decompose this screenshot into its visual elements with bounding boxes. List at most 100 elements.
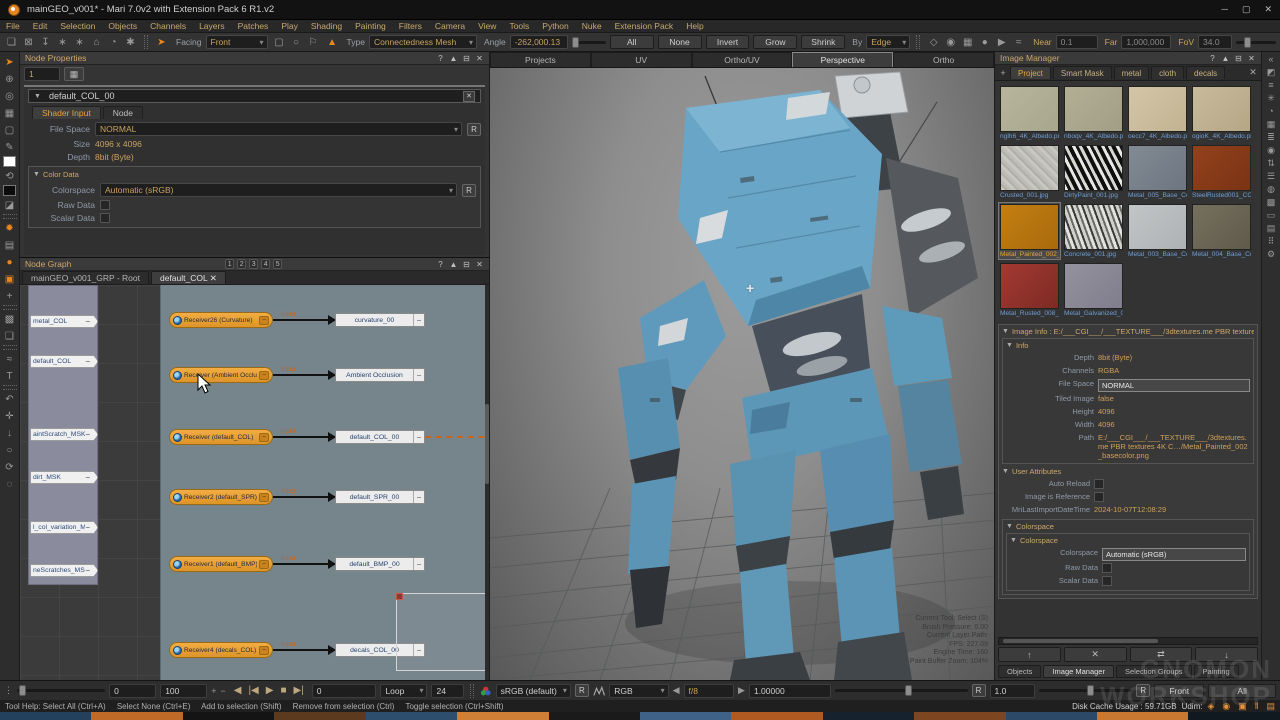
node-collapse-chip[interactable]: −: [413, 369, 424, 381]
image-manager-tab[interactable]: Project: [1010, 66, 1051, 79]
graph-view-button[interactable]: 3: [249, 259, 258, 269]
exposure-field[interactable]: 1.00000: [749, 684, 831, 698]
brush-tip-icon[interactable]: ●: [2, 254, 18, 270]
menu-item[interactable]: Filters: [399, 21, 422, 31]
node-collapse-chip[interactable]: −: [259, 646, 269, 655]
viewport-tab[interactable]: Projects: [490, 52, 591, 67]
menu-item[interactable]: Help: [686, 21, 703, 31]
settings-gear-icon[interactable]: ✱: [123, 35, 138, 49]
current-frame-field[interactable]: 0: [312, 684, 377, 698]
rect-select-icon[interactable]: ▢: [272, 35, 287, 49]
new-project-icon[interactable]: ❏: [4, 35, 19, 49]
ellipse-select-tool-icon[interactable]: ○: [2, 442, 18, 458]
image-manager-tab[interactable]: cloth: [1151, 66, 1184, 79]
image-thumbnail[interactable]: Metal_004_Base_Col: [1191, 203, 1252, 259]
file-space-reset-button[interactable]: R: [467, 123, 481, 136]
channel-status-icon[interactable]: ‖: [1255, 701, 1259, 712]
properties-tab[interactable]: Shader Input: [32, 106, 101, 119]
soft-select-tool-icon[interactable]: ◌: [2, 476, 18, 492]
node-collapse-chip[interactable]: −: [259, 371, 269, 380]
graph-view-button[interactable]: 2: [237, 259, 246, 269]
remove-image-button[interactable]: ✕: [1064, 647, 1127, 662]
dock-tab[interactable]: Objects: [998, 665, 1041, 678]
list-view-icon[interactable]: ≡: [1268, 80, 1273, 90]
colorspace-reset-button[interactable]: R: [575, 684, 589, 697]
paint-buffer-icon[interactable]: ▣: [2, 271, 18, 287]
selection-groups-icon[interactable]: ⠿: [1268, 236, 1275, 246]
loop-mode-dropdown[interactable]: Loop: [380, 684, 427, 698]
graph-view-button[interactable]: 4: [261, 259, 270, 269]
panel-header-icon[interactable]: ?: [1208, 54, 1217, 63]
divider[interactable]: [3, 214, 17, 219]
collapse-arrow-icon[interactable]: ▼: [34, 93, 41, 100]
selection-button[interactable]: Shrink: [801, 35, 845, 49]
colorspace-reset-button[interactable]: R: [462, 184, 476, 197]
add-channel-icon[interactable]: +: [2, 288, 18, 304]
panel-header-icon[interactable]: ▲: [449, 54, 458, 63]
group-port-node[interactable]: neScratches_MSK −: [30, 564, 98, 577]
node-collapse-chip[interactable]: −: [259, 433, 269, 442]
image-info-header[interactable]: ▼ Image Info : E:/___CGI___/___TEXTURE__…: [1002, 326, 1254, 337]
port-collapse-chip[interactable]: −: [85, 317, 90, 326]
transform-tool-icon[interactable]: ◎: [2, 88, 18, 104]
image-thumbnail[interactable]: Metal_Painted_002_b: [999, 203, 1060, 259]
node-collapse-chip[interactable]: −: [259, 316, 269, 325]
menu-item[interactable]: Shading: [311, 21, 342, 31]
colorspace-value[interactable]: [1102, 563, 1112, 573]
node-collapse-chip[interactable]: −: [413, 491, 424, 503]
maximize-button[interactable]: ▢: [1242, 4, 1251, 15]
output-node[interactable]: default_BMP_00 −: [335, 557, 425, 571]
menu-item[interactable]: Objects: [108, 21, 137, 31]
node-collapse-chip[interactable]: −: [413, 558, 424, 570]
port-collapse-chip[interactable]: −: [85, 473, 90, 482]
clone-stamp-tool-icon[interactable]: ❏: [2, 328, 18, 344]
swap-colors-icon[interactable]: ⟲: [2, 168, 18, 184]
facing-dropdown[interactable]: Front: [206, 35, 268, 49]
angle-slider[interactable]: [572, 41, 606, 44]
histogram-icon[interactable]: [593, 685, 605, 697]
image-thumbnail[interactable]: ogioK_4K_Albedo.png: [1191, 85, 1252, 141]
panel-header-icon[interactable]: ⊟: [462, 54, 471, 63]
zoom-in-keyframe-icon[interactable]: +: [211, 686, 216, 696]
menu-item[interactable]: Patches: [238, 21, 269, 31]
palette-icon[interactable]: ◍: [1267, 184, 1275, 194]
image-thumbnail[interactable]: Crusted_001.jpg: [999, 144, 1060, 200]
receiver-node[interactable]: Receiver (Ambient Occlusion) −: [169, 367, 273, 383]
objects-panel-icon[interactable]: ▤: [1267, 223, 1276, 233]
shelf-icon[interactable]: ✳: [1267, 93, 1275, 103]
divider[interactable]: [3, 385, 17, 390]
receiver-node[interactable]: Receiver4 (decals_COL) −: [169, 642, 273, 658]
project-home-icon[interactable]: ⌂: [89, 35, 104, 49]
node-graph-scrollbar[interactable]: [485, 285, 489, 680]
viewport-tab[interactable]: Ortho: [893, 52, 994, 67]
group-port-node[interactable]: aintScratch_MSK −: [30, 428, 98, 441]
range-end-field[interactable]: 100: [160, 684, 207, 698]
graph-view-button[interactable]: 1: [225, 259, 234, 269]
node-graph-canvas[interactable]: metal_COL − default_COL − aintScratch_MS…: [20, 285, 489, 680]
horizontal-scrollbar[interactable]: [998, 637, 1258, 645]
panel-header-icon[interactable]: ?: [436, 260, 445, 269]
close-button[interactable]: ✕: [1264, 4, 1272, 15]
panel-header-icon[interactable]: ?: [436, 54, 445, 63]
select-cursor-icon[interactable]: ➤: [154, 35, 169, 49]
output-node[interactable]: default_SPR_00 −: [335, 490, 425, 504]
channel-view-dropdown[interactable]: RGB: [609, 684, 668, 698]
divider[interactable]: [3, 305, 17, 310]
zoom-out-keyframe-icon[interactable]: −: [220, 686, 225, 696]
exposure-slider[interactable]: [835, 689, 967, 692]
session-icon[interactable]: ◔: [106, 35, 121, 49]
add-node-tool-icon[interactable]: ⊕: [2, 71, 18, 87]
checker-tool-icon[interactable]: ▩: [2, 311, 18, 327]
menu-item[interactable]: Painting: [355, 21, 386, 31]
node-properties-header[interactable]: Node Properties ?▲⊟✕: [20, 52, 489, 65]
fstop-decrease-button[interactable]: ◀: [673, 685, 680, 696]
divider[interactable]: [3, 345, 17, 350]
graph-view-button[interactable]: 5: [273, 259, 282, 269]
near-field[interactable]: 0.1: [1056, 35, 1098, 49]
python-console-icon[interactable]: ⚙: [1267, 249, 1275, 259]
pin-add-icon[interactable]: ∗: [55, 35, 70, 49]
close-project-icon[interactable]: ⊠: [21, 35, 36, 49]
node-graph-tab[interactable]: mainGEO_v001_GRP - Root: [22, 271, 149, 284]
node-collapse-chip[interactable]: −: [259, 560, 269, 569]
port-collapse-chip[interactable]: −: [85, 566, 90, 575]
